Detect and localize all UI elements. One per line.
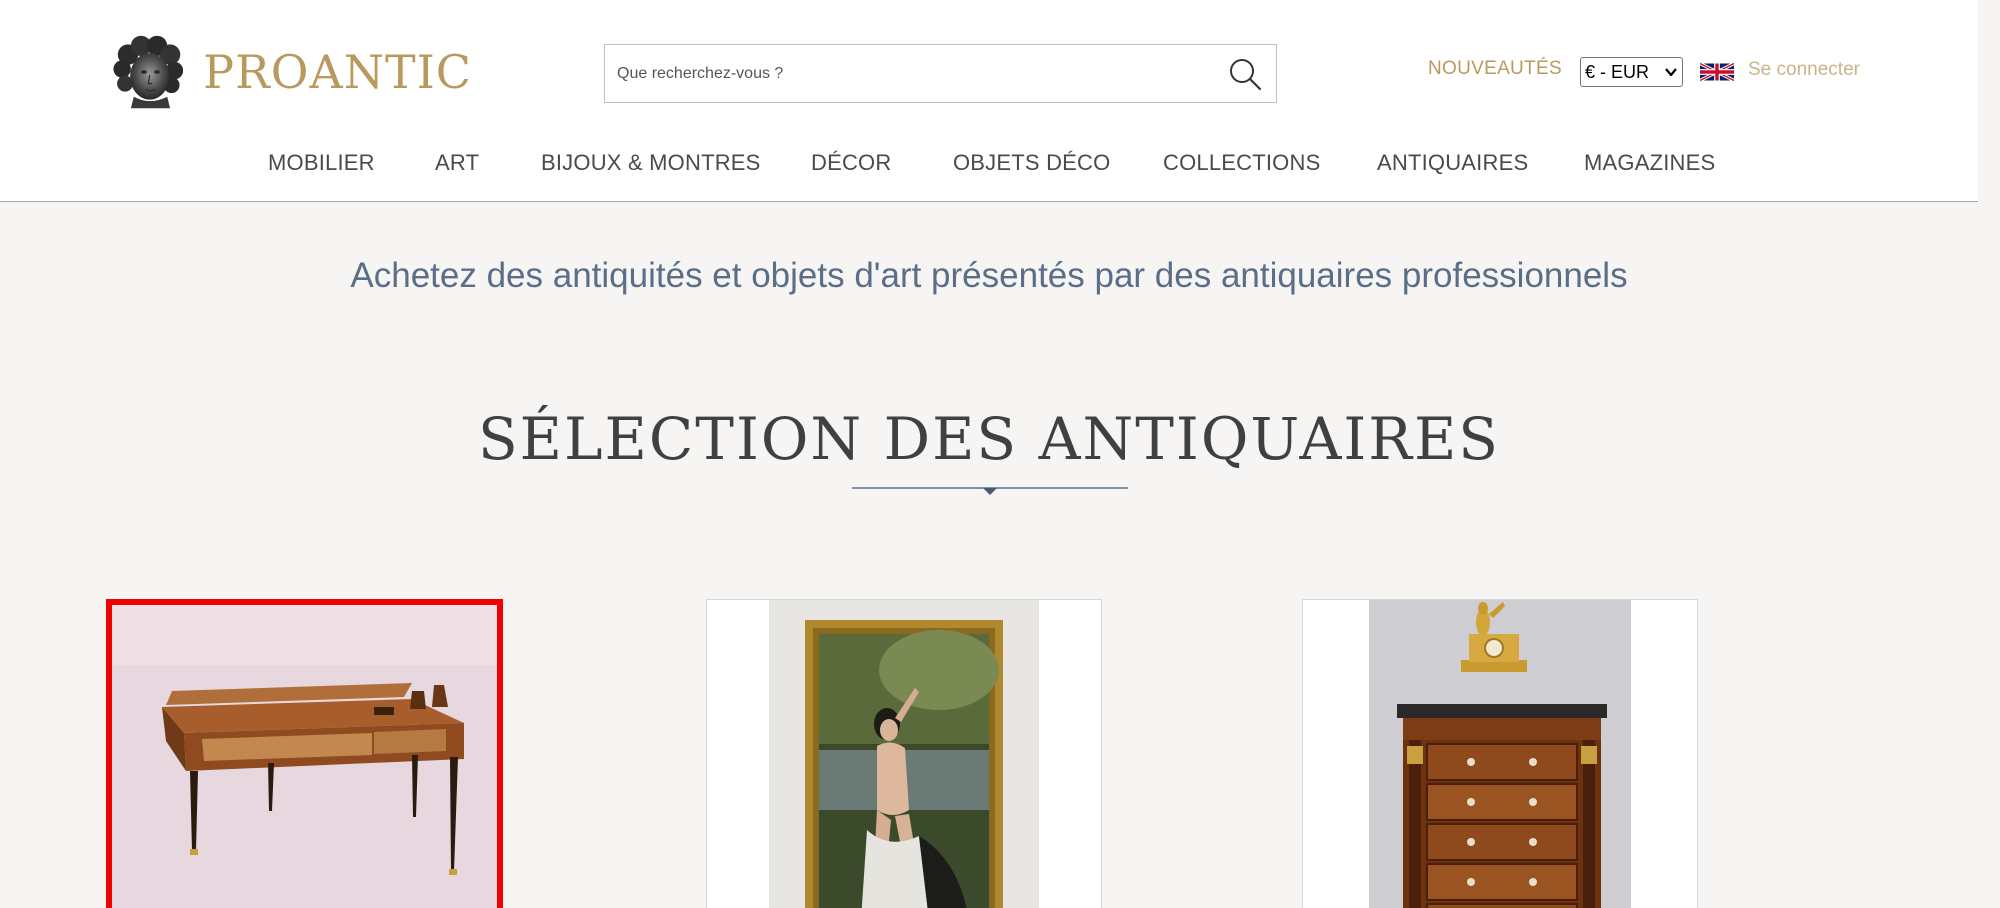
tagline: Achetez des antiquités et objets d'art p…	[350, 256, 1628, 295]
product-card[interactable]	[706, 599, 1102, 908]
currency-selected-value: € - EUR	[1585, 61, 1650, 82]
title-divider	[852, 487, 1128, 495]
nav-item-art[interactable]: ART	[435, 150, 479, 176]
product-image-chest-clock	[1369, 600, 1631, 908]
nav-item-magazines[interactable]: MAGAZINES	[1584, 150, 1715, 176]
product-image-table-desk	[112, 605, 497, 908]
site-header: PROANTIC NOUVEAUTÉS € - EUR Se connecter	[0, 0, 1978, 202]
product-image-painting	[769, 600, 1039, 908]
new-arrivals-link[interactable]: NOUVEAUTÉS	[1428, 58, 1562, 80]
currency-select[interactable]: € - EUR	[1580, 57, 1683, 87]
search-input[interactable]	[605, 45, 1205, 102]
nav-item-antiquaires[interactable]: ANTIQUAIRES	[1377, 150, 1528, 176]
section-title: SÉLECTION DES ANTIQUAIRES	[477, 405, 1501, 473]
search-box	[604, 44, 1277, 103]
logo-text: PROANTIC	[203, 45, 472, 99]
product-card[interactable]	[1302, 599, 1698, 908]
nav-item-objets-deco[interactable]: OBJETS DÉCO	[953, 150, 1110, 176]
main-nav: MOBILIER ART BIJOUX & MONTRES DÉCOR OBJE…	[0, 140, 1978, 186]
nav-item-bijoux-montres[interactable]: BIJOUX & MONTRES	[541, 150, 761, 176]
nav-item-mobilier[interactable]: MOBILIER	[268, 150, 375, 176]
nav-item-collections[interactable]: COLLECTIONS	[1163, 150, 1320, 176]
logo[interactable]: PROANTIC	[112, 20, 472, 124]
login-link[interactable]: Se connecter	[1748, 59, 1860, 81]
nav-item-decor[interactable]: DÉCOR	[811, 150, 891, 176]
uk-flag-icon[interactable]	[1700, 60, 1734, 84]
search-icon[interactable]	[1228, 57, 1262, 91]
product-card[interactable]	[106, 599, 503, 908]
page: PROANTIC NOUVEAUTÉS € - EUR Se connecter	[0, 0, 2000, 908]
chevron-down-icon	[1665, 68, 1677, 77]
logo-bust-icon	[113, 35, 184, 109]
